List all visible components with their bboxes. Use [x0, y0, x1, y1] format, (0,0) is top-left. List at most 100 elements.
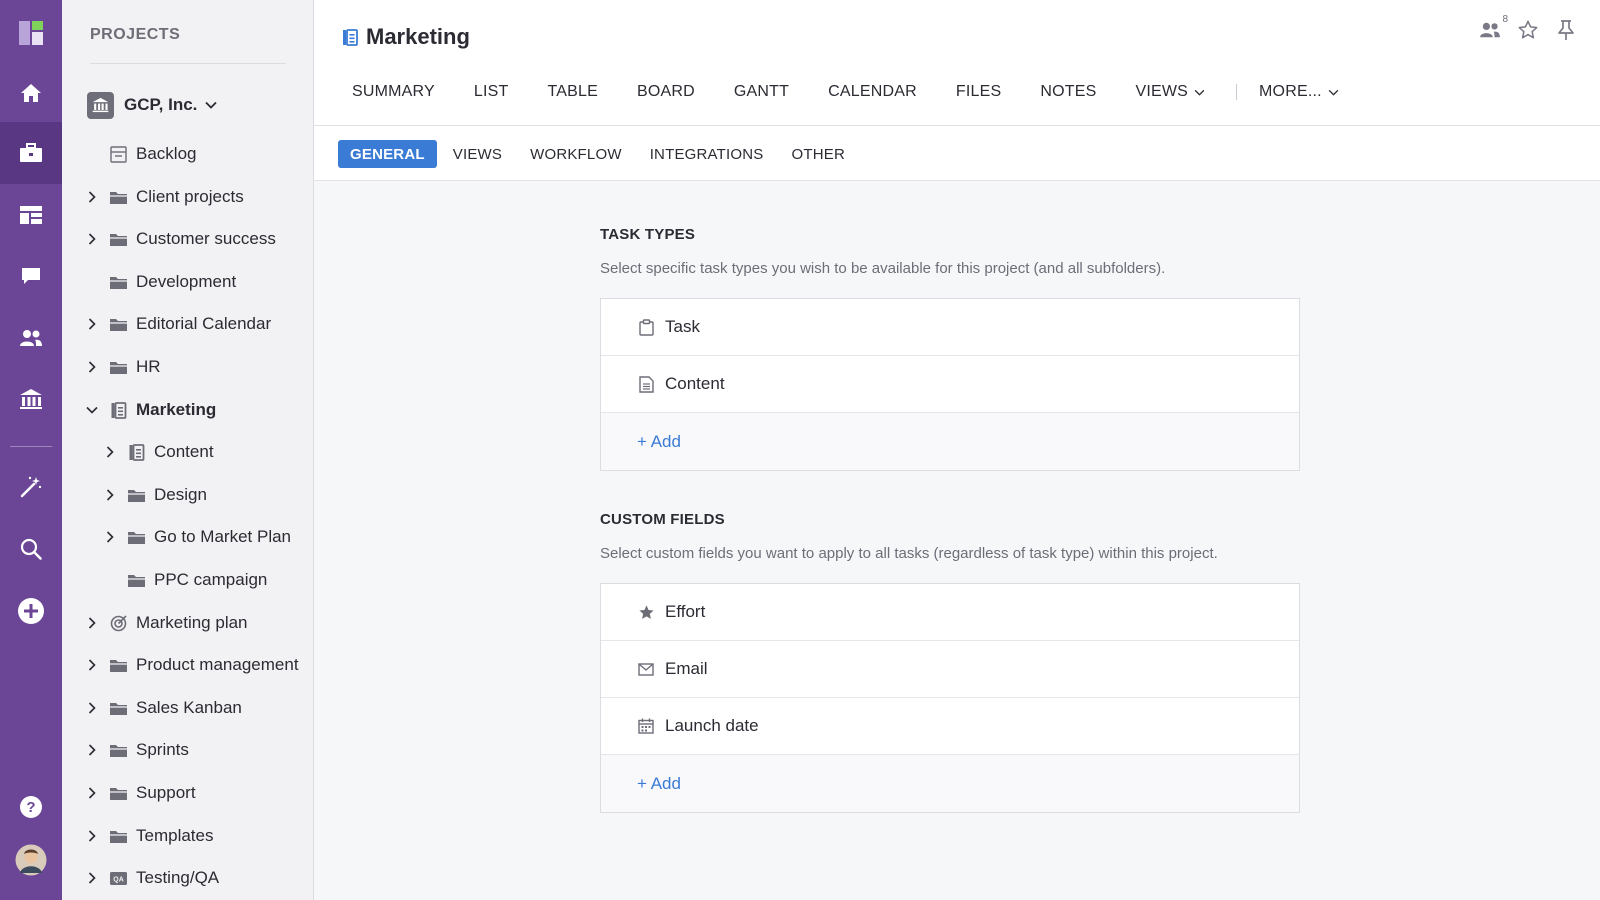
- add-custom-field-button[interactable]: + Add: [601, 755, 1299, 812]
- chevron-down-icon[interactable]: [85, 403, 99, 417]
- subtab-integrations[interactable]: INTEGRATIONS: [650, 140, 764, 168]
- pin-icon: [1558, 20, 1574, 40]
- chevron-right-icon[interactable]: [85, 190, 99, 204]
- chevron-right-icon[interactable]: [85, 871, 99, 885]
- chevron-right-icon[interactable]: [103, 530, 117, 544]
- tab-more-dropdown[interactable]: MORE...: [1259, 83, 1339, 101]
- tab-notes[interactable]: NOTES: [1040, 83, 1096, 101]
- sidebar-item-client-projects[interactable]: Client projects: [62, 182, 313, 212]
- custom-field-row[interactable]: Effort: [601, 584, 1299, 641]
- sidebar-item-ppc-campaign[interactable]: PPC campaign: [62, 565, 313, 595]
- folder-icon: [126, 571, 146, 589]
- chevron-right-icon[interactable]: [85, 658, 99, 672]
- tab-calendar[interactable]: CALENDAR: [828, 83, 917, 101]
- folder-icon: [126, 486, 146, 504]
- chevron-right-icon[interactable]: [103, 488, 117, 502]
- members-button[interactable]: 8: [1478, 14, 1508, 42]
- chevron-right-icon[interactable]: [103, 445, 117, 459]
- sidebar-item-label: Sprints: [136, 740, 189, 759]
- sidebar-item-sprints[interactable]: Sprints: [62, 735, 313, 765]
- rail-home[interactable]: [0, 62, 62, 124]
- project-title-wrap: Marketing: [342, 24, 470, 50]
- members-icon: [1480, 22, 1500, 38]
- sidebar-item-marketing-plan[interactable]: Marketing plan: [62, 608, 313, 638]
- sidebar-item-label: Design: [154, 485, 207, 504]
- tab-list[interactable]: LIST: [474, 83, 509, 101]
- chevron-right-icon[interactable]: [85, 232, 99, 246]
- chevron-right-icon[interactable]: [85, 743, 99, 757]
- chevron-right-icon[interactable]: [85, 317, 99, 331]
- sidebar-item-sales-kanban[interactable]: Sales Kanban: [62, 693, 313, 723]
- bank-icon: [20, 389, 42, 409]
- chevron-right-icon[interactable]: [85, 616, 99, 630]
- svg-text:?: ?: [26, 799, 35, 816]
- sidebar-item-label: Marketing plan: [136, 613, 248, 632]
- tab-gantt[interactable]: GANTT: [734, 83, 789, 101]
- rail-dashboards[interactable]: [0, 184, 62, 246]
- sidebar-item-hr[interactable]: HR: [62, 352, 313, 382]
- sidebar-item-customer-success[interactable]: Customer success: [62, 224, 313, 254]
- rail-accounts[interactable]: [0, 368, 62, 430]
- tab-board[interactable]: BOARD: [637, 83, 695, 101]
- svg-text:QA: QA: [113, 876, 124, 883]
- star-outline-icon: [1518, 20, 1538, 39]
- tab-label: BOARD: [637, 83, 695, 100]
- sidebar-item-editorial-calendar[interactable]: Editorial Calendar: [62, 309, 313, 339]
- rail-search[interactable]: [0, 518, 62, 580]
- app-logo[interactable]: [0, 2, 62, 64]
- rail-inbox[interactable]: [0, 245, 62, 307]
- tab-summary[interactable]: SUMMARY: [352, 83, 435, 101]
- rail-projects[interactable]: [0, 122, 62, 184]
- rail-team[interactable]: [0, 307, 62, 369]
- sidebar-item-product-management[interactable]: Product management: [62, 650, 313, 680]
- task-type-row[interactable]: Task: [601, 299, 1299, 356]
- home-icon: [21, 84, 41, 102]
- custom-field-row[interactable]: Email: [601, 641, 1299, 698]
- chevron-right-icon[interactable]: [85, 786, 99, 800]
- sidebar-item-backlog[interactable]: Backlog: [62, 139, 313, 169]
- custom-field-label: Email: [665, 659, 708, 678]
- custom-field-row[interactable]: Launch date: [601, 698, 1299, 755]
- target-icon: [108, 614, 128, 632]
- sidebar-item-content[interactable]: Content: [62, 437, 313, 467]
- sidebar-item-testing-qa[interactable]: QA Testing/QA: [62, 863, 313, 893]
- document-icon: [637, 375, 655, 393]
- custom-fields-card: Effort Email Launch date + Add: [600, 583, 1300, 813]
- sidebar-item-label: Testing/QA: [136, 868, 220, 887]
- org-switcher[interactable]: GCP, Inc.: [87, 90, 218, 120]
- sidebar-item-templates[interactable]: Templates: [62, 821, 313, 851]
- add-task-type-button[interactable]: + Add: [601, 413, 1299, 470]
- sidebar-item-design[interactable]: Design: [62, 480, 313, 510]
- rail-automations[interactable]: [0, 456, 62, 518]
- subtab-other[interactable]: OTHER: [791, 140, 845, 168]
- pin-button[interactable]: [1554, 18, 1578, 42]
- sidebar-item-go-to-market-plan[interactable]: Go to Market Plan: [62, 522, 313, 552]
- chevron-right-icon[interactable]: [85, 829, 99, 843]
- rail-profile[interactable]: [0, 829, 62, 891]
- tab-table[interactable]: TABLE: [548, 83, 599, 101]
- sidebar-item-marketing[interactable]: Marketing: [62, 395, 313, 425]
- subtab-general[interactable]: GENERAL: [338, 140, 437, 168]
- sidebar-item-development[interactable]: Development: [62, 267, 313, 297]
- sidebar-item-label: Sales Kanban: [136, 698, 242, 717]
- folder-icon: [108, 699, 128, 717]
- rail-create[interactable]: [0, 580, 62, 642]
- subtab-views[interactable]: VIEWS: [453, 140, 502, 168]
- task-type-row[interactable]: Content: [601, 356, 1299, 413]
- chevron-right-icon[interactable]: [85, 701, 99, 715]
- sidebar-item-label: Marketing: [136, 400, 217, 419]
- task-types-section: TASK TYPES Select specific task types yo…: [600, 226, 1300, 471]
- sidebar-item-label: Content: [154, 442, 214, 461]
- view-tabs: SUMMARY LIST TABLE BOARD GANTT CALENDAR …: [352, 80, 1378, 104]
- custom-fields-section: CUSTOM FIELDS Select custom fields you w…: [600, 511, 1300, 813]
- tab-files[interactable]: FILES: [956, 83, 1001, 101]
- custom-field-label: Effort: [665, 602, 706, 621]
- chevron-right-icon[interactable]: [85, 360, 99, 374]
- favorite-button[interactable]: [1516, 18, 1540, 42]
- tab-views-dropdown[interactable]: VIEWS: [1135, 83, 1205, 101]
- header-actions: 8: [1478, 14, 1578, 42]
- page-title: Marketing: [366, 24, 470, 49]
- subtab-workflow[interactable]: WORKFLOW: [530, 140, 622, 168]
- sidebar-item-support[interactable]: Support: [62, 778, 313, 808]
- chevron-down-icon: [205, 101, 218, 109]
